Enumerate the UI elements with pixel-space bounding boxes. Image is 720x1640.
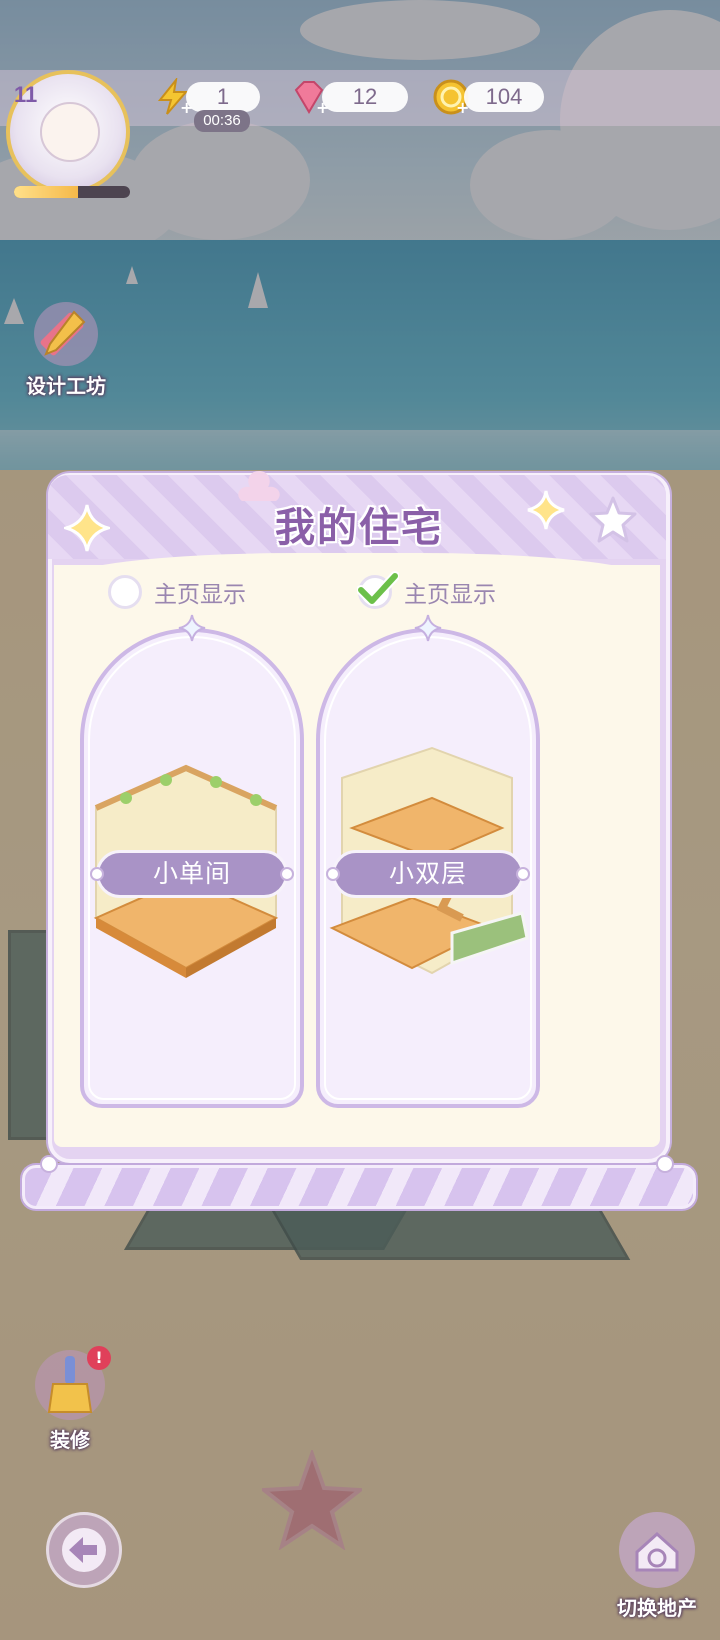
house-name-single-room: 小单间 — [96, 850, 288, 898]
pill-dot — [90, 867, 104, 881]
design-workshop-circle — [34, 302, 98, 366]
switch-estate-circle — [619, 1512, 695, 1588]
arrow-left-icon — [62, 1528, 106, 1572]
option-label: 主页显示 — [154, 582, 246, 608]
experience-fill — [14, 186, 78, 198]
energy-counter: 1 — [186, 82, 260, 112]
show-on-homepage-option-1[interactable]: 主页显示 — [108, 574, 246, 610]
pill-dot — [326, 867, 340, 881]
dialog-title: 我的住宅 — [275, 505, 443, 551]
design-workshop-button[interactable]: 设计工坊 — [14, 302, 118, 399]
switch-estate-button[interactable]: 切换地产 — [602, 1512, 712, 1621]
ruler-pencil-icon — [40, 310, 86, 356]
energy-timer: 00:36 — [194, 110, 250, 132]
design-workshop-label: 设计工坊 — [26, 374, 106, 398]
switch-estate-label: 切换地产 — [617, 1596, 697, 1620]
option-label: 主页显示 — [404, 582, 496, 608]
checkmark-icon — [357, 571, 399, 606]
dialog-footer — [22, 1165, 696, 1209]
pill-dot — [516, 867, 530, 881]
coins-counter: 104 — [464, 82, 544, 112]
house-card-duplex[interactable]: 小双层 — [316, 614, 540, 1108]
house-card-single-room[interactable]: 小单间 — [80, 614, 304, 1108]
pill-dot — [280, 867, 294, 881]
notification-badge-icon: ! — [87, 1346, 111, 1370]
sparkle-gem-icon — [414, 614, 442, 642]
homepage-radio-2[interactable] — [357, 571, 399, 609]
house-name-duplex: 小双层 — [332, 850, 524, 898]
avatar-face — [40, 102, 100, 162]
back-button[interactable] — [46, 1512, 122, 1588]
player-level: 11 — [14, 82, 38, 107]
homepage-radio-1[interactable] — [108, 575, 142, 609]
gems-counter: 12 — [322, 82, 408, 112]
corner-pin — [40, 1155, 58, 1173]
experience-bar — [14, 186, 130, 198]
my-residence-dialog: 我的住宅 主页显示 主页显示 小单间 小双层 — [22, 471, 696, 1209]
decorate-circle: ! — [35, 1346, 111, 1420]
house-refresh-icon — [635, 1531, 679, 1572]
corner-pin — [656, 1155, 674, 1173]
show-on-homepage-option-2[interactable]: 主页显示 — [357, 571, 496, 610]
decorate-label: 装修 — [50, 1428, 90, 1452]
sparkle-gem-icon — [178, 614, 206, 642]
decorate-button[interactable]: ! 装修 — [22, 1346, 118, 1453]
